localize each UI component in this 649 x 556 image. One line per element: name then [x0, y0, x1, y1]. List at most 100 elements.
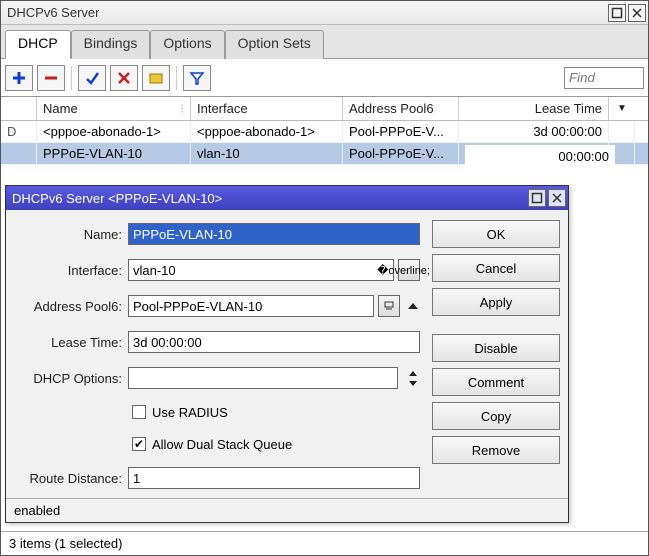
button-label: Comment: [468, 375, 524, 390]
apply-button[interactable]: Apply: [432, 288, 560, 316]
table-row[interactable]: D <pppoe-abonado-1> <pppoe-abonado-1> Po…: [1, 121, 648, 143]
label-route-distance: Route Distance:: [14, 471, 128, 486]
pool-collapse[interactable]: [406, 299, 420, 313]
filter-button[interactable]: [183, 65, 211, 91]
row-pool: Address Pool6:: [14, 292, 420, 320]
cell-flag: [1, 143, 37, 164]
column-flag[interactable]: [1, 97, 37, 120]
cell-pool: Pool-PPPoE-V...: [343, 121, 459, 142]
disable-button[interactable]: Disable: [432, 334, 560, 362]
dialog-titlebar[interactable]: DHCPv6 Server <PPPoE-VLAN-10>: [6, 186, 568, 210]
enable-button[interactable]: [78, 65, 106, 91]
tabbar: DHCP Bindings Options Option Sets: [1, 25, 648, 59]
remove-button[interactable]: [37, 65, 65, 91]
remove-button[interactable]: Remove: [432, 436, 560, 464]
cell-lease: 3d 00:00:00: [459, 121, 609, 142]
tab-option-sets[interactable]: Option Sets: [225, 30, 324, 59]
tab-options[interactable]: Options: [150, 30, 224, 59]
button-label: Apply: [480, 295, 513, 310]
interface-input[interactable]: [128, 259, 394, 281]
statusbar: 3 items (1 selected): [1, 531, 648, 555]
toolbar: [1, 59, 648, 97]
column-label: Interface: [197, 101, 248, 116]
row-lease: Lease Time:: [14, 328, 420, 356]
label-name: Name:: [14, 227, 128, 242]
row-name: Name:: [14, 220, 420, 248]
interface-dropdown[interactable]: �overline;▼: [398, 259, 420, 281]
column-lease[interactable]: Lease Time: [459, 97, 609, 120]
lease-input[interactable]: [128, 331, 420, 353]
row-route-distance: Route Distance:: [14, 464, 420, 492]
find-input[interactable]: [564, 67, 644, 89]
close-button[interactable]: [628, 4, 646, 22]
separator: [71, 66, 72, 90]
label-use-radius: Use RADIUS: [152, 405, 228, 420]
disable-button[interactable]: [110, 65, 138, 91]
tab-label: Bindings: [84, 35, 138, 51]
plus-icon: [11, 70, 27, 86]
cell-pool: Pool-PPPoE-V...: [343, 143, 459, 164]
comment-button[interactable]: Comment: [432, 368, 560, 396]
row-interface: Interface: �overline;▼: [14, 256, 420, 284]
titlebar: DHCPv6 Server: [1, 1, 648, 25]
column-pool[interactable]: Address Pool6: [343, 97, 459, 120]
options-collapse[interactable]: [406, 379, 420, 387]
column-name[interactable]: Name⁝: [37, 97, 191, 120]
tab-bindings[interactable]: Bindings: [71, 30, 151, 59]
row-allow-dsq: ✔ Allow Dual Stack Queue: [14, 432, 420, 456]
allow-dsq-checkbox[interactable]: ✔: [132, 437, 146, 451]
triangle-down-icon: [409, 381, 417, 386]
label-options: DHCP Options:: [14, 371, 128, 386]
copy-button[interactable]: Copy: [432, 402, 560, 430]
button-label: Disable: [474, 341, 517, 356]
cell-interface: <pppoe-abonado-1>: [191, 121, 343, 142]
close-icon: [631, 7, 643, 19]
cell-name: <pppoe-abonado-1>: [37, 121, 191, 142]
tab-label: DHCP: [18, 35, 58, 51]
button-label: Copy: [481, 409, 511, 424]
comment-button[interactable]: [142, 65, 170, 91]
pool-dropdown[interactable]: [378, 295, 400, 317]
column-menu[interactable]: ▼: [609, 97, 635, 120]
column-interface[interactable]: Interface: [191, 97, 343, 120]
options-input[interactable]: [128, 367, 398, 389]
ok-button[interactable]: OK: [432, 220, 560, 248]
dialog-title: DHCPv6 Server <PPPoE-VLAN-10>: [12, 191, 222, 206]
cancel-button[interactable]: Cancel: [432, 254, 560, 282]
triangle-up-icon: [409, 371, 417, 376]
dialog-restore-button[interactable]: [528, 189, 546, 207]
cell-interface: vlan-10: [191, 143, 343, 164]
properties-dialog: DHCPv6 Server <PPPoE-VLAN-10> Name: Inte…: [5, 185, 569, 523]
status-text: 3 items (1 selected): [9, 536, 122, 551]
dialog-close-button[interactable]: [548, 189, 566, 207]
restore-button[interactable]: [608, 4, 626, 22]
dialog-statusbar: enabled: [6, 498, 568, 522]
column-label: Address Pool6: [349, 101, 434, 116]
restore-icon: [611, 7, 623, 19]
tab-label: Options: [163, 35, 211, 51]
restore-icon: [531, 192, 543, 204]
cell-flag: D: [1, 121, 37, 142]
form: Name: Interface: �overline;▼ Address Poo…: [14, 220, 420, 492]
dialog-status-text: enabled: [14, 503, 60, 518]
use-radius-checkbox[interactable]: [132, 405, 146, 419]
options-expand[interactable]: [406, 369, 420, 377]
label-allow-dsq: Allow Dual Stack Queue: [152, 437, 292, 452]
funnel-icon: [189, 70, 205, 86]
row-options: DHCP Options:: [14, 364, 420, 392]
triangle-up-icon: [408, 303, 418, 309]
add-button[interactable]: [5, 65, 33, 91]
button-label: OK: [487, 227, 506, 242]
label-lease: Lease Time:: [14, 335, 128, 350]
main-window: DHCPv6 Server DHCP Bindings Options Opti…: [0, 0, 649, 556]
note-icon: [148, 70, 164, 86]
name-input[interactable]: [128, 223, 420, 245]
row-use-radius: Use RADIUS: [14, 400, 420, 424]
tab-dhcp[interactable]: DHCP: [5, 30, 71, 59]
separator: [176, 66, 177, 90]
x-icon: [116, 70, 132, 86]
pool-input[interactable]: [128, 295, 374, 317]
route-distance-input[interactable]: [128, 467, 420, 489]
button-label: Remove: [472, 443, 520, 458]
check-icon: [84, 70, 100, 86]
